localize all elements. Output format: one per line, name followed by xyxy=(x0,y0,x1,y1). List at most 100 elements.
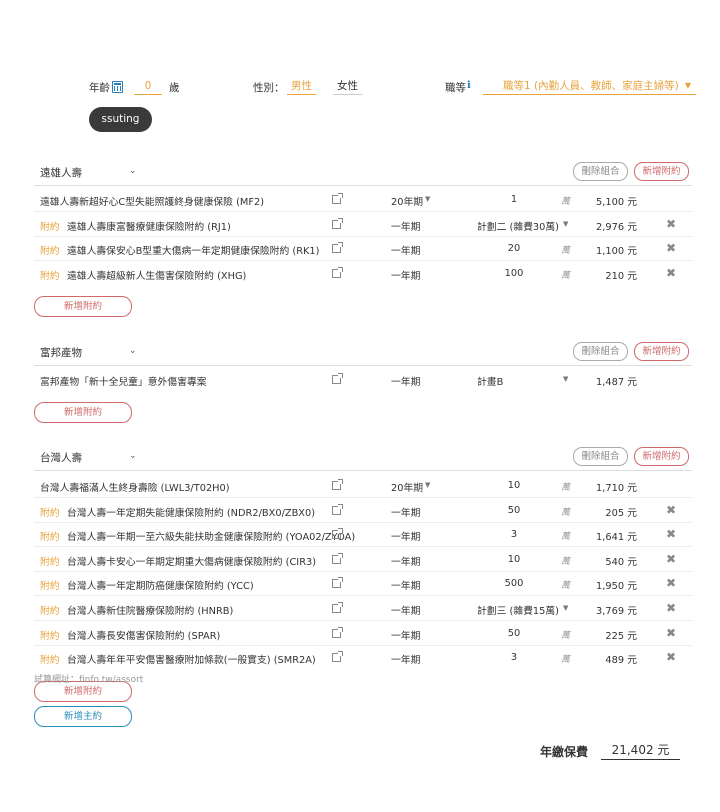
term-select[interactable]: 一年期 xyxy=(391,243,420,257)
chevron-down-icon[interactable]: ▼ xyxy=(563,220,568,228)
term-select[interactable]: 一年期 xyxy=(391,628,420,642)
chevron-down-icon[interactable]: ▼ xyxy=(563,375,568,383)
age-input[interactable]: 0 xyxy=(134,79,162,95)
external-link-icon[interactable] xyxy=(332,528,343,540)
row-divider xyxy=(34,521,692,523)
plan-name: 台灣人壽一年期一至六級失能扶助金健康保險附約 (YOA02/ZYOA) xyxy=(67,532,356,544)
row-divider xyxy=(34,595,692,597)
unit-label: 萬 xyxy=(561,270,571,281)
add-rider-header-button[interactable]: 新增附約 xyxy=(634,447,689,466)
plan-select[interactable]: 計畫B xyxy=(477,374,503,388)
external-link-icon[interactable] xyxy=(332,373,343,384)
add-rider-header-button[interactable]: 新增附約 xyxy=(634,342,689,361)
remove-icon[interactable]: ✖ xyxy=(666,217,676,231)
chevron-down-icon[interactable]: ▼ xyxy=(425,195,430,203)
chevron-down-icon[interactable]: ⌄ xyxy=(129,451,137,461)
occupation-label: 職等 xyxy=(445,82,466,94)
plan-select[interactable]: 計劃二 (雜費30萬) xyxy=(477,219,559,233)
chevron-down-icon: ▼ xyxy=(684,81,691,90)
divider xyxy=(34,470,692,471)
rider-tag: 附約 xyxy=(40,630,60,642)
unit-label: 萬 xyxy=(561,630,571,641)
company-name: 富邦產物 xyxy=(40,347,82,359)
plan-name: 遠雄人壽保安心B型重大傷病一年定期健康保險附約 (RK1) xyxy=(67,246,320,258)
amount-input[interactable]: 10 xyxy=(484,480,544,491)
remove-icon[interactable]: ✖ xyxy=(666,241,676,255)
premium-value: 5,100 元 xyxy=(596,197,637,208)
rider-tag: 附約 xyxy=(40,246,60,258)
external-link-icon[interactable] xyxy=(332,577,343,589)
chevron-down-icon[interactable]: ▼ xyxy=(563,604,568,612)
user-tag-button[interactable]: ssuting xyxy=(89,107,152,132)
plan-name: 遠雄人壽康富醫療健康保險附約 (RJ1) xyxy=(67,221,231,233)
amount-input[interactable]: 100 xyxy=(484,268,544,279)
term-select[interactable]: 一年期 xyxy=(391,652,420,666)
amount-input[interactable]: 20 xyxy=(484,243,544,254)
plan-name: 台灣人壽卡安心一年期定期重大傷病健康保險附約 (CIR3) xyxy=(67,556,317,568)
remove-icon[interactable]: ✖ xyxy=(666,576,676,590)
term-select[interactable]: 一年期 xyxy=(391,603,420,617)
premium-value: 1,950 元 xyxy=(596,581,637,593)
term-select[interactable]: 一年期 xyxy=(391,374,420,388)
term-select[interactable]: 一年期 xyxy=(391,505,420,519)
chevron-down-icon[interactable]: ⌄ xyxy=(129,346,137,356)
term-select[interactable]: 一年期 xyxy=(391,268,420,282)
amount-input[interactable]: 50 xyxy=(484,628,544,639)
external-link-icon[interactable] xyxy=(332,266,343,278)
delete-combo-button[interactable]: 刪除組合 xyxy=(573,162,628,181)
external-link-icon[interactable] xyxy=(332,651,343,663)
occupation-select[interactable]: 職等1 (內勤人員、教師、家庭主婦等) ▼ xyxy=(483,78,696,95)
amount-input[interactable]: 3 xyxy=(484,529,544,540)
remove-icon[interactable]: ✖ xyxy=(666,503,676,517)
plan-name: 台灣人壽長安傷害保險附約 (SPAR) xyxy=(67,630,221,642)
remove-icon[interactable]: ✖ xyxy=(666,601,676,615)
amount-input[interactable]: 1 xyxy=(484,194,544,205)
term-select[interactable]: 一年期 xyxy=(391,554,420,568)
term-select[interactable]: 20年期 xyxy=(391,194,423,208)
amount-input[interactable]: 50 xyxy=(484,505,544,516)
remove-icon[interactable]: ✖ xyxy=(666,552,676,566)
gender-male-option[interactable]: 男性 xyxy=(287,79,316,95)
add-rider-header-button[interactable]: 新增附約 xyxy=(634,162,689,181)
add-main-button[interactable]: 新增主約 xyxy=(34,706,132,727)
remove-icon[interactable]: ✖ xyxy=(666,527,676,541)
term-select[interactable]: 一年期 xyxy=(391,529,420,543)
remove-icon[interactable]: ✖ xyxy=(666,650,676,664)
premium-value: 210 元 xyxy=(605,270,637,282)
info-icon[interactable]: ℹ xyxy=(467,80,471,91)
amount-input[interactable]: 500 xyxy=(484,578,544,589)
external-link-icon[interactable] xyxy=(332,626,343,638)
premium-value: 540 元 xyxy=(605,556,637,568)
calculator-icon[interactable] xyxy=(112,81,123,93)
add-rider-button[interactable]: 新增附約 xyxy=(34,402,132,423)
external-link-icon[interactable] xyxy=(332,242,343,254)
amount-input[interactable]: 10 xyxy=(484,554,544,565)
row-divider xyxy=(34,570,692,572)
remove-icon[interactable]: ✖ xyxy=(666,626,676,640)
add-rider-button[interactable]: 新增附約 xyxy=(34,295,132,317)
delete-combo-button[interactable]: 刪除組合 xyxy=(573,447,628,466)
delete-combo-button[interactable]: 刪除組合 xyxy=(573,342,628,361)
term-select[interactable]: 20年期 xyxy=(391,480,423,494)
unit-label: 萬 xyxy=(561,246,571,257)
amount-input[interactable]: 3 xyxy=(484,652,544,663)
external-link-icon[interactable] xyxy=(332,479,343,490)
term-select[interactable]: 一年期 xyxy=(391,219,420,233)
plan-name: 台灣人壽新住院醫療保險附約 (HNRB) xyxy=(67,606,234,617)
external-link-icon[interactable] xyxy=(332,217,343,229)
gender-female-option[interactable]: 女性 xyxy=(333,79,362,95)
rider-tag: 附約 xyxy=(40,270,60,282)
premium-value: 3,769 元 xyxy=(596,606,637,617)
chevron-down-icon[interactable]: ▼ xyxy=(425,481,430,489)
external-link-icon[interactable] xyxy=(332,503,343,515)
company-name: 遠雄人壽 xyxy=(40,167,82,179)
external-link-icon[interactable] xyxy=(332,552,343,564)
term-select[interactable]: 一年期 xyxy=(391,578,420,592)
rider-tag: 附約 xyxy=(40,556,60,568)
external-link-icon[interactable] xyxy=(332,193,343,204)
remove-icon[interactable]: ✖ xyxy=(666,266,676,280)
chevron-down-icon[interactable]: ⌄ xyxy=(129,166,137,176)
plan-select[interactable]: 計劃三 (雜費15萬) xyxy=(477,603,559,617)
external-link-icon[interactable] xyxy=(332,602,343,613)
row-divider xyxy=(34,235,692,237)
